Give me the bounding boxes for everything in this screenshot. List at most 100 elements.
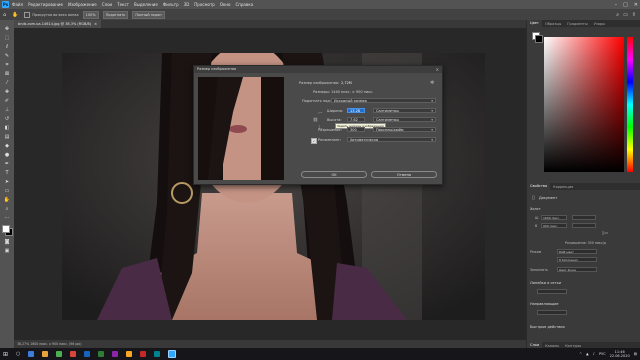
panel-bg-swatch[interactable] (535, 35, 543, 43)
notifications-icon[interactable]: ▤ (634, 352, 637, 356)
clock[interactable]: 11:46 22.06.2020 (610, 350, 630, 358)
chain-link-icon[interactable]: ⛓ (313, 117, 318, 122)
stamp-icon[interactable]: ⊥ (3, 107, 11, 114)
maximize-icon[interactable]: □ (623, 2, 628, 8)
zoom-icon[interactable]: ⌕ (3, 206, 11, 213)
color-picker-field[interactable] (544, 37, 624, 172)
marquee-icon[interactable]: ⬚ (3, 35, 11, 42)
close-icon[interactable]: ✕ (634, 2, 638, 8)
healing-icon[interactable]: ✚ (3, 89, 11, 96)
tab-adjustments[interactable]: Коррекция (550, 185, 576, 189)
app-icon-red[interactable] (70, 351, 77, 357)
menu-edit[interactable]: Редактирование (28, 2, 63, 7)
menu-filter[interactable]: Фильтр (163, 2, 179, 7)
tab-channels[interactable]: Каналы (542, 344, 562, 348)
photoshop-taskbar-icon[interactable] (168, 350, 177, 358)
dialog-close-icon[interactable]: × (436, 66, 439, 73)
minimize-icon[interactable]: – (615, 2, 618, 8)
workspace-icon[interactable]: ▭ (623, 12, 628, 18)
rulers-units-select[interactable] (537, 289, 567, 294)
app-icon-purple[interactable] (112, 351, 119, 357)
height-unit-select[interactable]: Сантиметры (373, 117, 436, 122)
hue-slider[interactable] (627, 37, 633, 172)
resample-checkbox[interactable]: ✓ (311, 138, 317, 144)
fit-screen-button[interactable]: Подогнать (102, 10, 129, 19)
crop-icon[interactable]: ⌗ (3, 62, 11, 69)
width-unit-select[interactable]: Сантиметры (373, 108, 436, 113)
tab-swatches[interactable]: Образцы (542, 22, 564, 26)
pen-icon[interactable]: ✒ (3, 161, 11, 168)
app-icon-yellow[interactable] (126, 351, 133, 357)
frame-icon[interactable]: ⊠ (3, 71, 11, 78)
share-icon[interactable]: ⇪ (632, 12, 636, 18)
eraser-icon[interactable]: ◧ (3, 125, 11, 132)
canvas-width-field[interactable]: 1600 пикс. (541, 215, 567, 220)
explorer-icon[interactable] (42, 351, 49, 357)
resample-select[interactable]: Автоматически (347, 137, 436, 142)
screen-mode-icon[interactable]: ▣ (3, 248, 11, 255)
windows-start-icon[interactable]: ⊞ (3, 351, 8, 358)
move-icon[interactable]: ✥ (3, 26, 11, 33)
search-icon[interactable]: ⌕ (616, 12, 619, 18)
more-tools-icon[interactable]: ⋯ (3, 215, 11, 222)
home-icon[interactable]: ⌂ (3, 12, 6, 18)
bits-select[interactable]: 8 бит/канал (557, 257, 597, 262)
menu-image[interactable]: Изображение (68, 2, 97, 7)
language-indicator[interactable]: РУС (599, 352, 606, 356)
volume-icon[interactable]: ♪ (593, 352, 595, 356)
fill-screen-button[interactable]: Полный экран (132, 10, 165, 19)
hand-icon[interactable]: ✋ (3, 197, 11, 204)
scroll-all-checkbox[interactable] (24, 11, 31, 18)
width-input[interactable]: 13,28 (347, 108, 365, 113)
cancel-button[interactable]: Отмена (371, 171, 437, 178)
quick-actions-title[interactable]: Быстрые действия (530, 325, 565, 329)
menu-type[interactable]: Текст (117, 2, 129, 7)
blur-icon[interactable]: ◆ (3, 143, 11, 150)
lasso-icon[interactable]: ℓ (3, 44, 11, 51)
dodge-icon[interactable]: ● (3, 152, 11, 159)
height-input[interactable]: 7,62 (347, 117, 365, 122)
menu-layers[interactable]: Слои (102, 2, 112, 7)
shape-icon[interactable]: ▭ (3, 188, 11, 195)
resolution-unit-select[interactable]: Пикселы/дюйм (373, 127, 436, 132)
history-brush-icon[interactable]: ↺ (3, 116, 11, 123)
gradient-icon[interactable]: ▤ (3, 134, 11, 141)
mode-select[interactable]: RGB цвет (557, 249, 597, 254)
fit-to-select[interactable]: Исходный размер (331, 98, 436, 103)
search-taskbar-icon[interactable]: ○ (16, 351, 20, 357)
ok-button[interactable]: OK (301, 171, 367, 178)
canvas-height-field[interactable]: 900 пикс. (541, 223, 567, 228)
orientation-icon[interactable]: ▯▭ (602, 230, 608, 235)
quick-mask-icon[interactable]: ◙ (3, 239, 11, 246)
app-icon-green[interactable] (98, 351, 105, 357)
eyedropper-icon[interactable]: ⁄ (3, 80, 11, 87)
rulers-section-title[interactable]: Линейки и сетки (530, 281, 561, 285)
brush-icon[interactable]: ✐ (3, 98, 11, 105)
browser-icon[interactable] (56, 351, 63, 357)
canvas-x-field[interactable] (572, 215, 596, 220)
tab-patterns[interactable]: Узоры (591, 22, 608, 26)
tab-gradients[interactable]: Градиенты (564, 22, 590, 26)
background-color-swatch[interactable] (2, 225, 10, 233)
menu-window[interactable]: Окно (220, 2, 231, 7)
menu-help[interactable]: Справка (235, 2, 253, 7)
menu-3d[interactable]: 3D (184, 2, 190, 7)
app-icon-teal[interactable] (154, 351, 161, 357)
guides-section-title[interactable]: Направляющие (530, 302, 559, 306)
tab-color[interactable]: Цвет (527, 20, 542, 27)
document-tab[interactable]: bnds.com.ua-14614.jpg @ 38,3% (RGB/8) × (14, 20, 102, 28)
settings-gear-icon[interactable]: ✲ (430, 80, 434, 86)
network-icon[interactable]: ▲ (586, 352, 589, 356)
menu-file[interactable]: Файл (12, 2, 23, 7)
preview-thumbnail[interactable] (198, 77, 284, 180)
guides-field[interactable] (537, 310, 567, 315)
tab-close-icon[interactable]: × (94, 22, 97, 26)
menu-view[interactable]: Просмотр (194, 2, 215, 7)
quick-select-icon[interactable]: ✎ (3, 53, 11, 60)
fill-select[interactable]: Цвет фона (557, 267, 597, 272)
tab-paths[interactable]: Контуры (562, 344, 584, 348)
path-select-icon[interactable]: ➤ (3, 179, 11, 186)
tray-arrow-icon[interactable]: ^ (579, 352, 582, 356)
canvas-y-field[interactable] (572, 223, 596, 228)
app-icon-blue[interactable] (84, 351, 91, 357)
